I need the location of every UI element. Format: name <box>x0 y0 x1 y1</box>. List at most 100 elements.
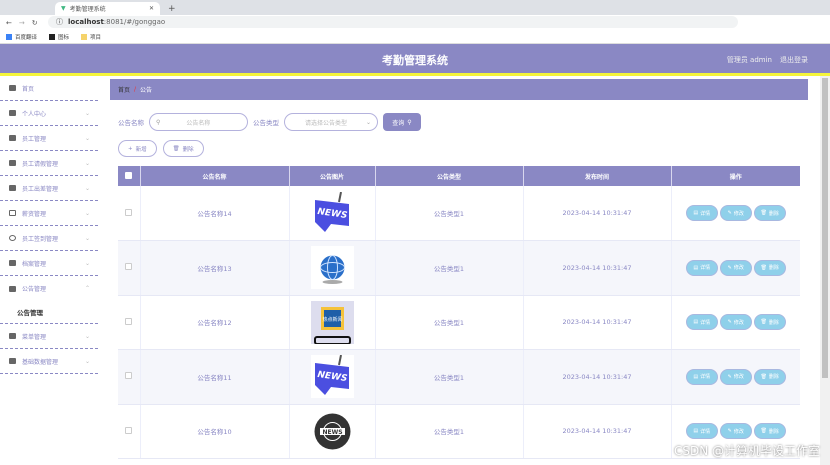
row-checkbox[interactable] <box>125 426 133 434</box>
sidebar-item-home[interactable]: 首页 <box>0 76 98 101</box>
sidebar-subitem-notice[interactable]: 公告管理 <box>0 301 98 324</box>
scrollbar[interactable] <box>820 76 830 465</box>
notice-image: NEWS <box>310 409 354 453</box>
breadcrumb: 首页 / 公告 <box>110 79 808 100</box>
svg-text:热点新闻: 热点新闻 <box>322 316 342 323</box>
plus-icon: + <box>128 145 133 152</box>
detail-button[interactable]: ▤ 详情 <box>685 423 718 440</box>
add-button[interactable]: + 新增 <box>118 140 157 157</box>
delete-row-button[interactable]: 🗑 删除 <box>753 423 786 440</box>
sidebar-item-notice[interactable]: 公告管理 ⌃ <box>0 276 98 301</box>
col-header: 公告名称 <box>140 166 290 186</box>
current-user: 管理员 admin <box>726 56 772 64</box>
sidebar: 首页 个人中心 ⌄ 员工管理 ⌄ 员工请假管理 ⌄ 员工出差管理 ⌄ 薪资管理 ⌄ 员工签… <box>0 76 98 465</box>
query-button[interactable]: 查询 ⚲ <box>383 113 421 131</box>
notice-image: 热点新闻 <box>310 300 354 344</box>
vue-icon: ▼ <box>61 5 66 12</box>
delete-row-button[interactable]: 🗑 删除 <box>753 259 786 276</box>
chevron-down-icon: ⌄ <box>84 332 90 340</box>
bookmark[interactable]: 百度翻译 <box>6 33 37 41</box>
row-checkbox[interactable] <box>125 372 133 380</box>
col-header: 公告类型 <box>375 166 524 186</box>
scrollbar-thumb[interactable] <box>822 78 828 378</box>
breadcrumb-home[interactable]: 首页 <box>118 85 130 94</box>
edit-icon: ✎ <box>727 210 732 216</box>
table-row: 公告名称13 公告类型1 2023-04-14 10:31:47 ▤ 详情 ✎ 修改 🗑… <box>118 240 800 296</box>
close-icon[interactable]: ✕ <box>149 5 154 12</box>
trash-icon: 🗑 <box>172 145 180 152</box>
breadcrumb-current: 公告 <box>140 87 153 94</box>
url-input[interactable]: ⓘ localhost:8081/#/gonggao <box>48 16 738 28</box>
select-all-checkbox[interactable] <box>125 171 133 179</box>
delete-row-button[interactable]: 🗑 删除 <box>753 368 786 385</box>
user-icon <box>9 358 16 364</box>
user-icon <box>9 110 16 116</box>
detail-button[interactable]: ▤ 详情 <box>685 368 718 385</box>
sidebar-item-leave[interactable]: 员工请假管理 ⌄ <box>0 151 98 176</box>
notice-name: 公告名称13 <box>140 240 290 296</box>
edit-button[interactable]: ✎ 修改 <box>719 314 752 331</box>
detail-button[interactable]: ▤ 详情 <box>685 314 718 331</box>
delete-row-button[interactable]: 🗑 删除 <box>753 205 786 221</box>
row-checkbox[interactable] <box>125 317 133 325</box>
col-header: 操作 <box>671 166 800 186</box>
search-icon: ⚲ <box>156 118 161 126</box>
back-icon[interactable]: ← <box>6 19 12 27</box>
archive-icon <box>9 260 16 266</box>
home-icon <box>9 85 16 91</box>
chevron-down-icon: ⌄ <box>84 234 90 242</box>
edit-icon: ✎ <box>727 319 732 326</box>
notice-type-select[interactable]: 请选择公告类型 ⌄ <box>284 113 378 131</box>
list-icon <box>9 135 16 141</box>
logout-link[interactable]: 退出登录 <box>780 55 808 65</box>
notice-icon <box>9 285 16 292</box>
browser-tab[interactable]: ▼ 考勤管理系统 ✕ <box>55 2 160 15</box>
reload-icon[interactable]: ↻ <box>32 19 38 27</box>
edit-icon: ✎ <box>727 428 732 435</box>
browser-tab-bar: ▼ 考勤管理系统 ✕ + <box>0 0 830 15</box>
sidebar-item-profile[interactable]: 个人中心 ⌄ <box>0 101 98 126</box>
publish-time: 2023-04-14 10:31:47 <box>523 240 672 296</box>
sidebar-item-basedata[interactable]: 基础数据管理 ⌄ <box>0 349 98 374</box>
chevron-down-icon: ⌄ <box>84 109 90 117</box>
edit-button[interactable]: ✎ 修改 <box>719 205 752 221</box>
sidebar-item-trip[interactable]: 员工出差管理 ⌄ <box>0 176 98 201</box>
notice-name: 公告名称10 <box>140 404 290 459</box>
doc-icon: ▤ <box>693 428 699 435</box>
chevron-down-icon: ⌄ <box>84 184 90 192</box>
row-checkbox[interactable] <box>125 208 133 216</box>
edit-button[interactable]: ✎ 修改 <box>719 259 752 276</box>
bookmark[interactable]: 图标 <box>49 33 69 41</box>
clock-icon <box>9 235 16 241</box>
sidebar-item-salary[interactable]: 薪资管理 ⌄ <box>0 201 98 226</box>
notice-type: 公告类型1 <box>375 404 524 459</box>
row-checkbox[interactable] <box>125 263 133 271</box>
detail-button[interactable]: ▤ 详情 <box>685 259 718 276</box>
menu-icon <box>9 333 16 339</box>
forward-icon[interactable]: → <box>19 19 25 27</box>
detail-button[interactable]: ▤ 详情 <box>685 205 718 221</box>
edit-button[interactable]: ✎ 修改 <box>719 368 752 385</box>
chevron-up-icon: ⌃ <box>84 285 90 292</box>
sidebar-item-menu[interactable]: 菜单管理 ⌄ <box>0 324 98 349</box>
svg-text:NEWS: NEWS <box>322 429 342 436</box>
doc-icon: ▤ <box>693 373 699 380</box>
new-tab-button[interactable]: + <box>162 2 182 15</box>
trash-icon: 🗑 <box>760 373 767 380</box>
doc-icon: ▤ <box>693 210 699 216</box>
trash-icon: 🗑 <box>760 428 767 435</box>
edit-button[interactable]: ✎ 修改 <box>719 423 752 440</box>
delete-button[interactable]: 🗑 删除 <box>162 140 204 157</box>
sidebar-item-employees[interactable]: 员工管理 ⌄ <box>0 126 98 151</box>
chevron-down-icon: ⌄ <box>84 259 90 267</box>
trash-icon: 🗑 <box>760 264 767 271</box>
delete-row-button[interactable]: 🗑 删除 <box>753 314 786 331</box>
notice-image <box>310 246 354 290</box>
bookmark[interactable]: 项目 <box>81 33 101 41</box>
sidebar-item-signin[interactable]: 员工签到管理 ⌄ <box>0 226 98 251</box>
sidebar-item-archive[interactable]: 档案管理 ⌄ <box>0 251 98 276</box>
notice-name-input[interactable]: ⚲ 公告名称 <box>149 113 248 131</box>
bookmarks-bar: 百度翻译 图标 项目 <box>0 30 830 44</box>
trash-icon: 🗑 <box>760 210 767 216</box>
publish-time: 2023-04-14 10:31:47 <box>523 295 672 350</box>
